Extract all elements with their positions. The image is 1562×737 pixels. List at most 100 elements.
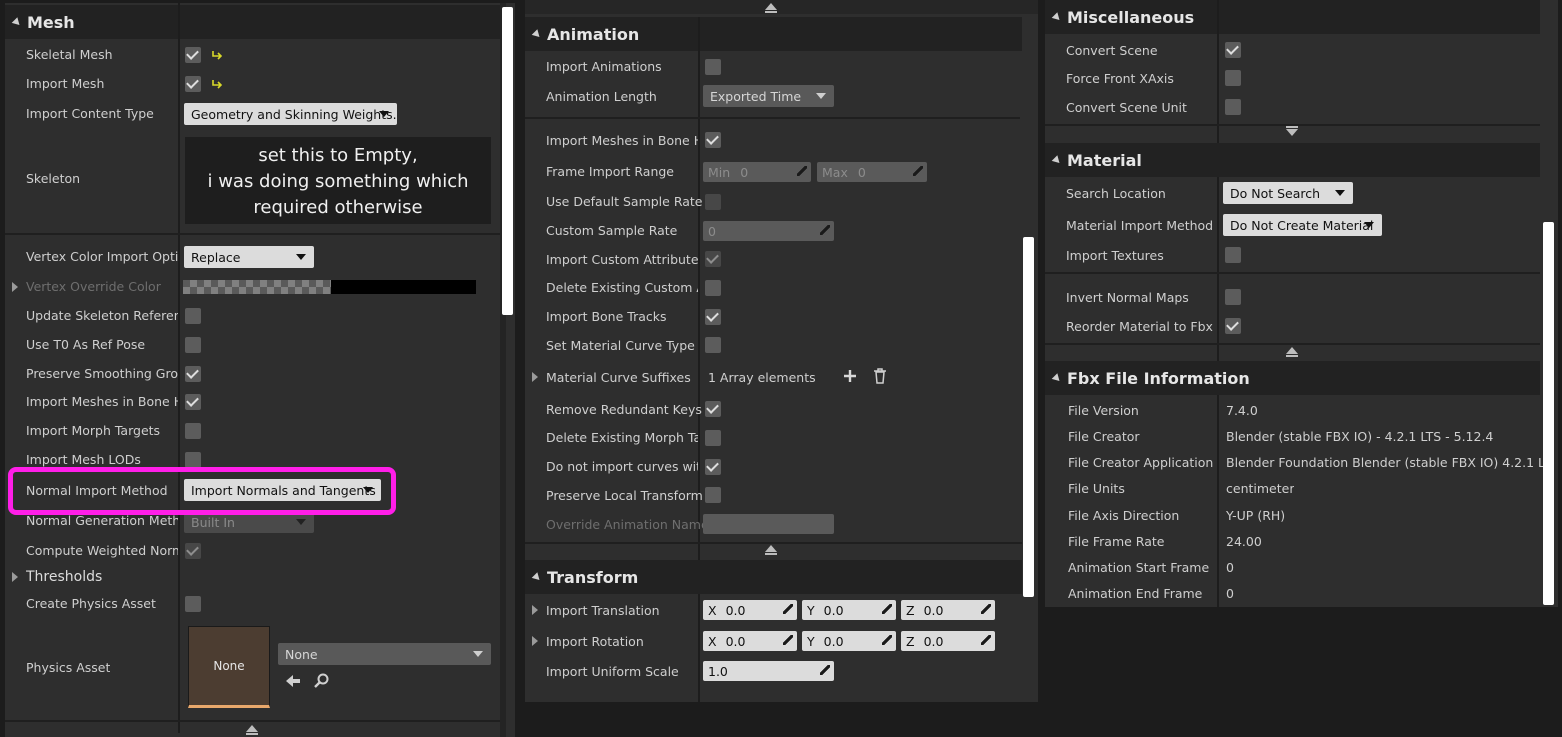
rotation-y-field[interactable]: Y 0.0 bbox=[802, 631, 896, 651]
compute-weighted-normals-checkbox[interactable] bbox=[185, 543, 201, 559]
reset-arrow-icon[interactable] bbox=[211, 78, 223, 90]
plus-icon[interactable] bbox=[843, 369, 857, 383]
range-min-field[interactable]: Min 0 bbox=[703, 162, 811, 182]
range-max-field[interactable]: Max 0 bbox=[817, 162, 927, 182]
expand-advanced-icon[interactable] bbox=[1286, 126, 1298, 136]
preserve-local-transform-checkbox[interactable] bbox=[705, 487, 721, 503]
set-material-curve-type-label: Set Material Curve Type bbox=[546, 338, 695, 353]
uniform-scale-field[interactable]: 1.0 bbox=[703, 661, 834, 681]
collapse-advanced-icon[interactable] bbox=[1286, 347, 1298, 357]
vertex-color-import-dropdown[interactable]: Replace bbox=[184, 246, 314, 268]
mesh-panel: Mesh Skeletal Mesh Import Mesh Import Co… bbox=[5, 3, 515, 737]
expand-arrow-icon[interactable] bbox=[12, 282, 18, 292]
import-textures-checkbox[interactable] bbox=[1225, 247, 1241, 263]
material-section-header[interactable]: Material bbox=[1045, 143, 1540, 177]
expand-arrow-icon[interactable] bbox=[532, 372, 538, 382]
miscellaneous-section-header[interactable]: Miscellaneous bbox=[1045, 0, 1540, 34]
scrollbar-thumb[interactable] bbox=[502, 7, 513, 315]
import-mesh-checkbox[interactable] bbox=[185, 76, 201, 92]
section-title: Mesh bbox=[27, 12, 75, 32]
note-line: set this to Empty, bbox=[258, 145, 418, 166]
translation-z-field[interactable]: Z 0.0 bbox=[901, 600, 995, 620]
import-mesh-lods-checkbox[interactable] bbox=[185, 452, 201, 468]
override-animation-name-field[interactable] bbox=[703, 514, 834, 534]
search-location-dropdown[interactable]: Do Not Search bbox=[1223, 182, 1353, 204]
collapse-arrow-icon bbox=[531, 28, 543, 40]
import-animations-checkbox[interactable] bbox=[705, 59, 721, 75]
physics-asset-dropdown[interactable]: None bbox=[278, 643, 491, 665]
trash-icon[interactable] bbox=[873, 368, 887, 384]
top-strip bbox=[525, 0, 1038, 14]
reset-arrow-icon[interactable] bbox=[211, 49, 223, 61]
import-meshes-bone-hierarchy-checkbox[interactable] bbox=[185, 394, 201, 410]
skeleton-label: Skeleton bbox=[26, 171, 81, 186]
scrollbar-thumb[interactable] bbox=[1543, 222, 1554, 605]
remove-redundant-keys-label: Remove Redundant Keys bbox=[546, 402, 702, 417]
collapse-advanced-icon[interactable] bbox=[246, 725, 258, 735]
arrow-left-icon[interactable] bbox=[284, 673, 302, 689]
animation-length-label: Animation Length bbox=[546, 89, 657, 104]
fbx-row-label: File Creator bbox=[1068, 429, 1140, 444]
import-meshes-bone-hierarchy-checkbox[interactable] bbox=[705, 132, 721, 148]
transform-section-header[interactable]: Transform bbox=[525, 560, 1022, 594]
custom-sample-rate-field[interactable]: 0 bbox=[703, 221, 834, 241]
use-default-sample-rate-checkbox[interactable] bbox=[705, 194, 721, 210]
fbx-row-value: Blender (stable FBX IO) - 4.2.1 LTS - 5.… bbox=[1226, 429, 1494, 444]
material-import-method-label: Material Import Method bbox=[1066, 218, 1214, 233]
collapse-advanced-icon[interactable] bbox=[765, 545, 777, 555]
translation-y-field[interactable]: Y 0.0 bbox=[802, 600, 896, 620]
force-front-xaxis-checkbox[interactable] bbox=[1225, 70, 1241, 86]
skeleton-annotation-note: set this to Empty, i was doing something… bbox=[185, 137, 491, 224]
scrollbar-thumb[interactable] bbox=[1023, 237, 1034, 597]
material-import-method-dropdown[interactable]: Do Not Create Material bbox=[1223, 214, 1382, 236]
do-not-import-curves-checkbox[interactable] bbox=[705, 459, 721, 475]
color-swatch-black[interactable] bbox=[331, 280, 476, 294]
force-front-xaxis-label: Force Front XAxis bbox=[1066, 71, 1174, 86]
note-line: i was doing something which bbox=[207, 171, 469, 192]
rotation-z-field[interactable]: Z 0.0 bbox=[901, 631, 995, 651]
preserve-smoothing-group-checkbox[interactable] bbox=[185, 366, 201, 382]
remove-redundant-keys-checkbox[interactable] bbox=[705, 401, 721, 417]
skeletal-mesh-checkbox[interactable] bbox=[185, 47, 201, 63]
set-material-curve-type-checkbox[interactable] bbox=[705, 337, 721, 353]
section-title: Animation bbox=[547, 24, 640, 44]
import-content-type-dropdown[interactable]: Geometry and Skinning Weights. bbox=[184, 103, 397, 125]
delete-existing-custom-attr-label: Delete Existing Custom Att bbox=[546, 280, 698, 295]
reorder-material-checkbox[interactable] bbox=[1225, 318, 1241, 334]
use-t0-checkbox[interactable] bbox=[185, 337, 201, 353]
rotation-x-field[interactable]: X 0.0 bbox=[703, 631, 797, 651]
expand-arrow-icon[interactable] bbox=[12, 572, 18, 582]
expand-arrow-icon[interactable] bbox=[532, 636, 538, 646]
array-elements-count: 1 Array elements bbox=[708, 370, 816, 385]
delete-existing-custom-attr-checkbox[interactable] bbox=[705, 280, 721, 296]
update-skeleton-reference-checkbox[interactable] bbox=[185, 308, 201, 324]
create-physics-asset-checkbox[interactable] bbox=[185, 596, 201, 612]
magnifier-icon[interactable] bbox=[314, 673, 330, 689]
highlight-box bbox=[8, 467, 396, 515]
vertex-override-color-label: Vertex Override Color bbox=[26, 279, 161, 294]
import-morph-targets-checkbox[interactable] bbox=[185, 423, 201, 439]
fbx-row-value: Y-UP (RH) bbox=[1226, 508, 1286, 523]
animation-length-dropdown[interactable]: Exported Time bbox=[703, 85, 834, 107]
animation-section-header[interactable]: Animation bbox=[525, 17, 1022, 51]
delete-existing-morph-targets-checkbox[interactable] bbox=[705, 430, 721, 446]
fbx-info-section-header[interactable]: Fbx File Information bbox=[1045, 361, 1540, 395]
collapse-arrow-icon bbox=[1051, 11, 1063, 23]
translation-x-field[interactable]: X 0.0 bbox=[703, 600, 797, 620]
convert-scene-checkbox[interactable] bbox=[1225, 42, 1241, 58]
divider bbox=[1045, 343, 1540, 345]
mesh-section-header[interactable]: Mesh bbox=[5, 5, 500, 39]
thresholds-label[interactable]: Thresholds bbox=[26, 569, 102, 585]
expand-arrow-icon[interactable] bbox=[532, 605, 538, 615]
vertex-color-import-option-label: Vertex Color Import Option bbox=[26, 249, 178, 264]
import-uniform-scale-label: Import Uniform Scale bbox=[546, 664, 679, 679]
invert-normal-maps-checkbox[interactable] bbox=[1225, 289, 1241, 305]
asset-thumbnail[interactable]: None bbox=[188, 626, 270, 708]
axis-label: Z bbox=[906, 633, 915, 649]
import-bone-tracks-checkbox[interactable] bbox=[705, 309, 721, 325]
import-custom-attribute-checkbox[interactable] bbox=[705, 251, 721, 267]
collapse-advanced-icon[interactable] bbox=[765, 3, 777, 13]
convert-scene-label: Convert Scene bbox=[1066, 43, 1158, 58]
convert-scene-unit-checkbox[interactable] bbox=[1225, 99, 1241, 115]
color-swatch-checker[interactable] bbox=[183, 280, 331, 294]
